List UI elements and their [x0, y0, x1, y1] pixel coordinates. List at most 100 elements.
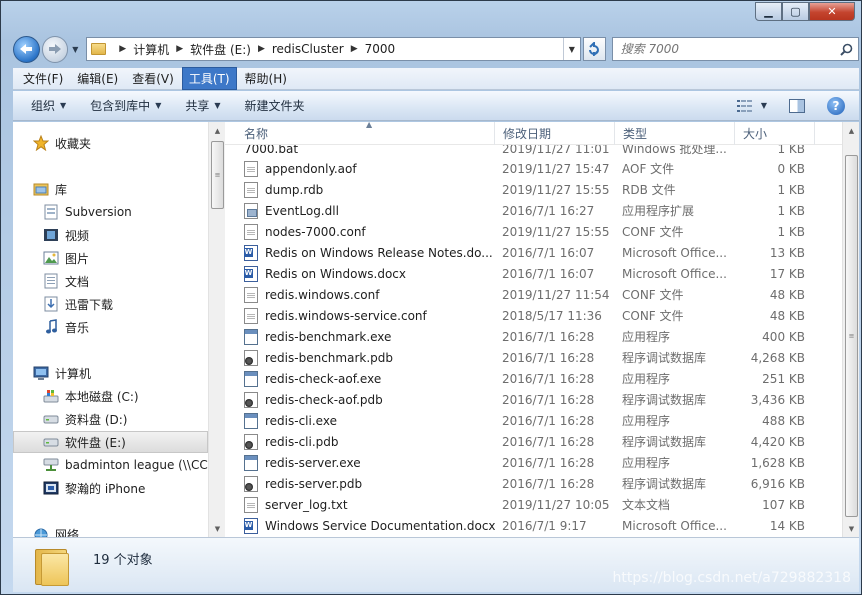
nav-library-subversion[interactable]: Subversion [13, 201, 208, 223]
list-item[interactable]: redis-benchmark.exe 2016/7/1 16:28 应用程序 400… [225, 326, 842, 347]
breadcrumb-drive[interactable]: 软件盘 (E:) [190, 41, 251, 58]
maximize-button[interactable]: ▢ [782, 2, 809, 21]
column-name-label: 名称 [244, 126, 269, 141]
menu-help[interactable]: 帮助(H) [239, 68, 293, 89]
file-name: redis-benchmark.exe [265, 329, 392, 344]
scroll-down-arrow-icon[interactable]: ▼ [209, 520, 226, 537]
list-item[interactable]: EventLog.dll 2016/7/1 16:27 应用程序扩展 1 KB [225, 200, 842, 221]
list-item[interactable]: redis-check-aof.pdb 2016/7/1 16:28 程序调试数据库… [225, 389, 842, 410]
breadcrumb-7000[interactable]: 7000 [365, 42, 396, 56]
nav-drive-e[interactable]: 软件盘 (E:) [13, 431, 208, 453]
address-history-dropdown[interactable]: ▼ [562, 38, 580, 60]
chevron-right-icon[interactable]: ▶ [258, 44, 265, 54]
change-view-button[interactable]: ▼ [736, 99, 767, 112]
back-button[interactable] [13, 35, 40, 63]
chevron-down-icon[interactable]: ▼ [761, 101, 767, 110]
view-list-icon [736, 99, 752, 112]
nav-drive-c[interactable]: 本地磁盘 (C:) [13, 385, 208, 407]
column-name[interactable]: ▲ 名称 [225, 122, 495, 145]
scroll-down-arrow-icon[interactable]: ▼ [843, 520, 860, 537]
chevron-right-icon[interactable]: ▶ [119, 44, 126, 54]
list-item[interactable]: redis-server.exe 2016/7/1 16:28 应用程序 1,628 … [225, 452, 842, 473]
column-type[interactable]: 类型 [615, 122, 735, 145]
menu-view[interactable]: 查看(V) [126, 68, 180, 89]
document-icon [244, 223, 258, 240]
file-name-cell: EventLog.dll [225, 200, 495, 221]
list-item[interactable]: nodes-7000.conf 2019/11/27 15:55 CONF 文件 1 … [225, 221, 842, 242]
list-item[interactable]: redis-benchmark.pdb 2016/7/1 16:28 程序调试数据库… [225, 347, 842, 368]
close-button[interactable]: ✕ [809, 2, 855, 21]
nav-library-thunder-downloads[interactable]: 迅雷下载 [13, 293, 208, 315]
menu-edit[interactable]: 编辑(E) [71, 68, 124, 89]
chevron-right-icon[interactable]: ▶ [176, 44, 183, 54]
file-name: redis-server.exe [265, 455, 361, 470]
nav-library-pictures[interactable]: 图片 [13, 247, 208, 269]
nav-network-drive[interactable]: badminton league (\\CC7 [13, 454, 208, 476]
file-size: 251 KB [762, 371, 805, 386]
list-item[interactable]: dump.rdb 2019/11/27 15:55 RDB 文件 1 KB [225, 179, 842, 200]
nav-library-documents[interactable]: 文档 [13, 270, 208, 292]
nav-computer[interactable]: 计算机 [13, 362, 208, 384]
list-item[interactable]: redis.windows-service.conf 2018/5/17 11:3… [225, 305, 842, 326]
nav-drive-d[interactable]: 资料盘 (D:) [13, 408, 208, 430]
nav-favorites[interactable]: 收藏夹 [13, 132, 208, 154]
nav-libraries[interactable]: 库 [13, 178, 208, 200]
menu-file[interactable]: 文件(F) [17, 68, 69, 89]
list-item[interactable]: redis-cli.pdb 2016/7/1 16:28 程序调试数据库 4,420 … [225, 431, 842, 452]
nav-iphone[interactable]: 黎瀚的 iPhone [13, 477, 208, 499]
column-size[interactable]: 大小 [735, 122, 815, 145]
navigation-row: ▼ ▶ 计算机 ▶ 软件盘 (E:) ▶ redisCluster ▶ 7000… [13, 34, 859, 64]
file-list-scrollbar[interactable]: ▲ ≡ ▼ [842, 122, 859, 537]
list-item[interactable]: server_log.txt 2019/11/27 10:05 文本文档 107 KB [225, 494, 842, 515]
nav-library-videos[interactable]: 视频 [13, 224, 208, 246]
list-item[interactable]: redis-check-aof.exe 2016/7/1 16:28 应用程序 251… [225, 368, 842, 389]
include-in-library-button[interactable]: 包含到库中 ▼ [78, 97, 173, 114]
search-input[interactable] [620, 42, 836, 56]
column-date[interactable]: 修改日期 [495, 122, 615, 145]
word-document-icon [244, 265, 258, 282]
file-name-cell: redis-check-aof.exe [225, 368, 495, 389]
list-item[interactable]: Windows Service Documentation.docx 2016/7… [225, 515, 842, 536]
nav-scroll-thumb[interactable]: ≡ [211, 141, 224, 209]
list-item[interactable]: Redis on Windows.docx 2016/7/1 16:07 Micro… [225, 263, 842, 284]
menu-tools[interactable]: 工具(T) [181, 67, 237, 90]
scroll-up-arrow-icon[interactable]: ▲ [209, 122, 226, 139]
address-bar[interactable]: ▶ 计算机 ▶ 软件盘 (E:) ▶ redisCluster ▶ 7000 ▼ [86, 37, 581, 61]
nav-library-music[interactable]: 音乐 [13, 316, 208, 338]
help-icon[interactable]: ? [827, 96, 845, 115]
list-item[interactable]: Redis on Windows Release Notes.do... 2016… [225, 242, 842, 263]
forward-button[interactable] [41, 35, 69, 63]
recent-pages-dropdown[interactable]: ▼ [68, 39, 82, 59]
search-icon[interactable] [836, 43, 858, 56]
file-type: CONF 文件 [622, 225, 684, 239]
preview-pane-icon[interactable] [789, 98, 805, 113]
file-type: RDB 文件 [622, 183, 676, 197]
organize-button[interactable]: 组织 ▼ [19, 97, 78, 114]
list-item[interactable]: appendonly.aof 2019/11/27 15:47 AOF 文件 0 KB [225, 158, 842, 179]
file-size: 48 KB [769, 287, 805, 302]
file-name-cell: redis-benchmark.pdb [225, 347, 495, 368]
file-scroll-thumb[interactable]: ≡ [845, 155, 858, 517]
minimize-button[interactable]: ▁ [755, 2, 782, 21]
file-name: redis-cli.exe [265, 413, 337, 428]
new-folder-button[interactable]: 新建文件夹 [233, 97, 317, 114]
file-date: 2019/11/27 15:55 [502, 182, 610, 197]
share-button[interactable]: 共享 ▼ [173, 97, 232, 114]
list-item[interactable]: redis.windows.conf 2019/11/27 11:54 CONF 文… [225, 284, 842, 305]
breadcrumb-rediscluster[interactable]: redisCluster [272, 42, 344, 56]
file-size: 488 KB [762, 413, 805, 428]
nav-network-label: 网络 [55, 527, 80, 538]
list-item[interactable]: redis-cli.exe 2016/7/1 16:28 应用程序 488 KB [225, 410, 842, 431]
scroll-up-arrow-icon[interactable]: ▲ [843, 122, 860, 139]
list-item[interactable]: redis-server.pdb 2016/7/1 16:28 程序调试数据库 6,9… [225, 473, 842, 494]
file-name-cell: dump.rdb [225, 179, 495, 200]
breadcrumb-computer[interactable]: 计算机 [133, 41, 169, 58]
refresh-button[interactable] [582, 37, 606, 61]
nav-network[interactable]: 网络 [13, 523, 208, 537]
chevron-right-icon[interactable]: ▶ [351, 44, 358, 54]
nav-computer-label: 计算机 [55, 366, 92, 381]
nav-pane-scrollbar[interactable]: ▲ ≡ ▼ [208, 122, 225, 537]
file-name-cell: Redis on Windows.docx [225, 263, 495, 284]
refresh-icon [589, 42, 600, 56]
file-date: 2016/7/1 16:28 [502, 371, 595, 386]
